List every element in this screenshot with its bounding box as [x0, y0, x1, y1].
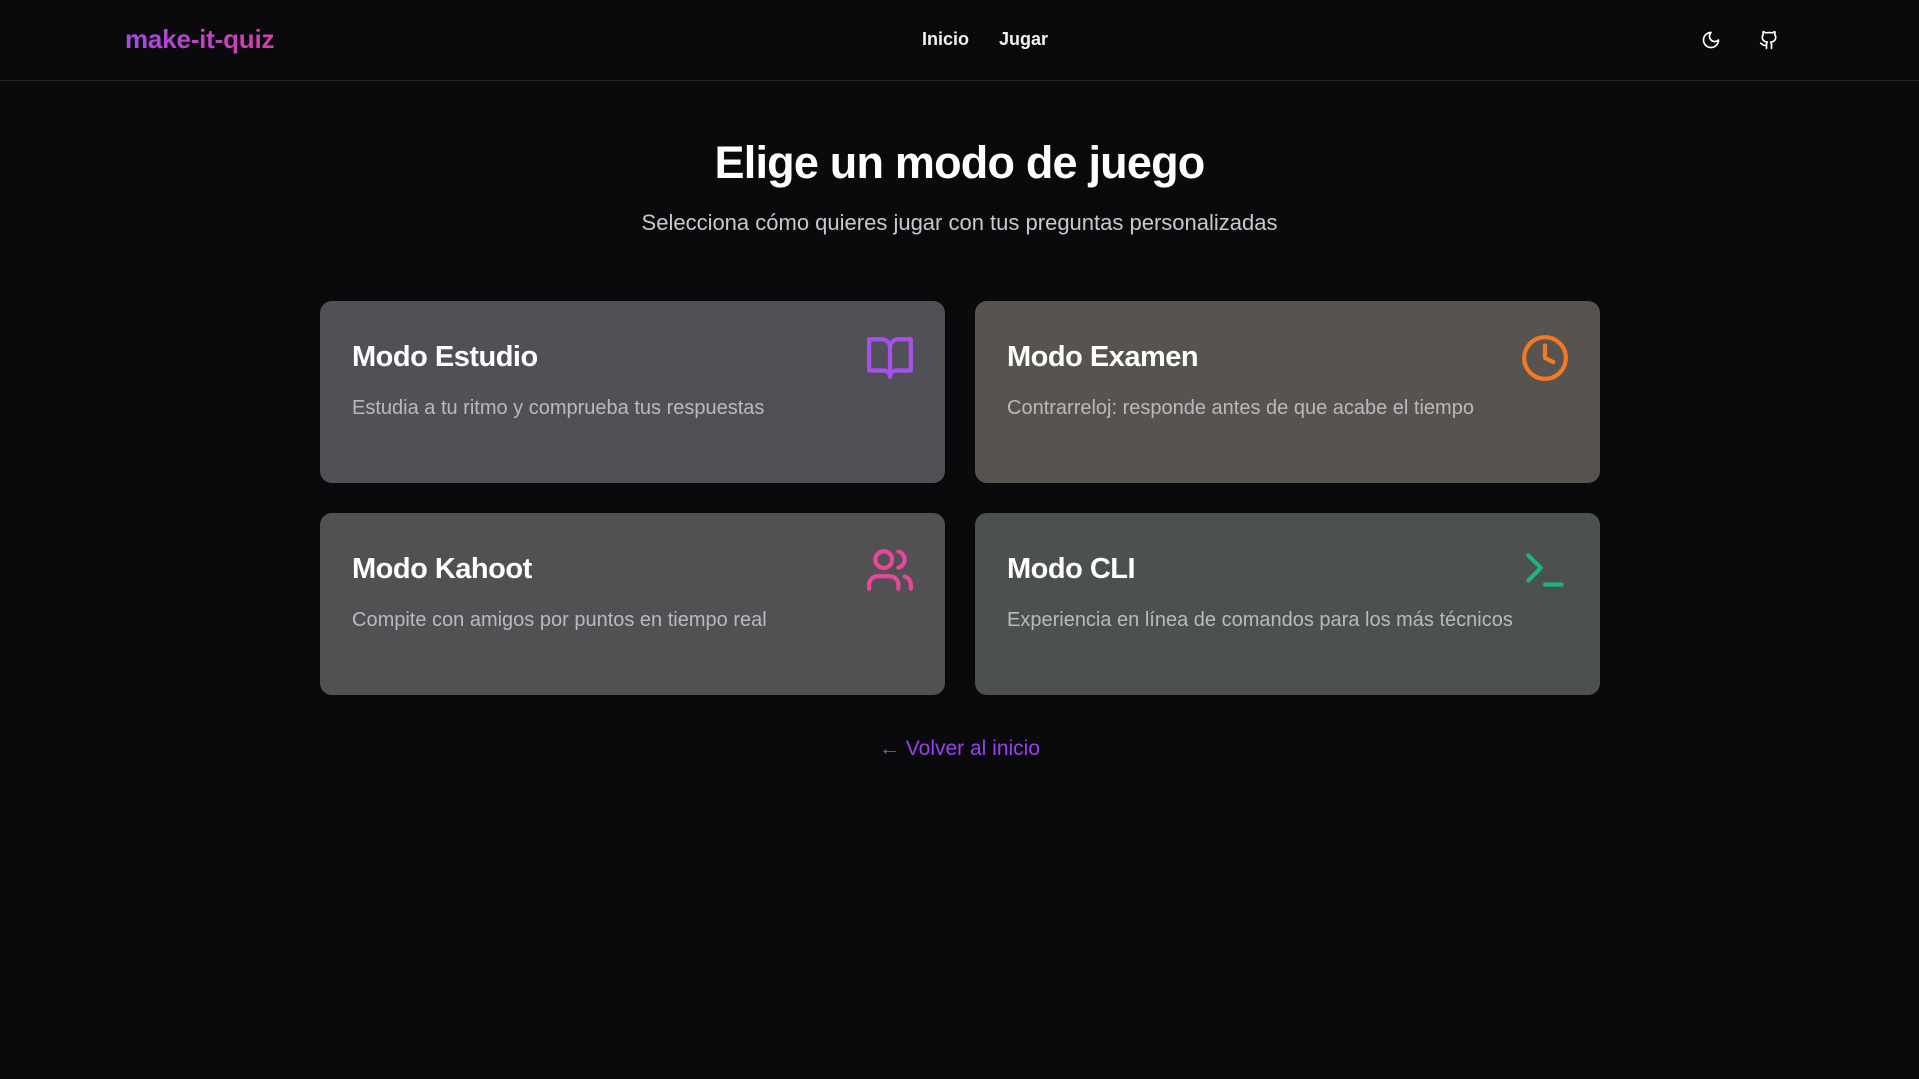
- nav-jugar-link[interactable]: Jugar: [999, 29, 1048, 50]
- mode-card-description: Experiencia en línea de comandos para lo…: [1007, 609, 1513, 631]
- moon-icon: [1702, 31, 1720, 49]
- mode-card-title: Modo Examen: [1007, 341, 1199, 373]
- main-nav: Inicio Jugar: [922, 29, 1048, 50]
- github-icon: [1759, 30, 1777, 50]
- mode-card-estudio[interactable]: Modo Estudio Estudia a tu ritmo y compru…: [320, 301, 945, 483]
- nav-inicio-link[interactable]: Inicio: [922, 29, 969, 50]
- page-title: Elige un modo de juego: [714, 137, 1206, 188]
- back-to-home-link[interactable]: ← Volver al inicio: [879, 737, 1040, 760]
- mode-card-description: Estudia a tu ritmo y comprueba tus respu…: [352, 397, 765, 419]
- top-navbar: make-it-quiz Inicio Jugar: [0, 0, 1919, 81]
- page-subtitle: Selecciona cómo quieres jugar con tus pr…: [641, 210, 1278, 235]
- mode-card-examen[interactable]: Modo Examen Contrarreloj: responde antes…: [975, 301, 1600, 483]
- mode-card-title: Modo Estudio: [352, 341, 538, 373]
- theme-toggle-button[interactable]: [1695, 24, 1727, 56]
- clock-icon: [1520, 333, 1570, 383]
- mode-card-description: Compite con amigos por puntos en tiempo …: [352, 609, 767, 631]
- mode-card-title: Modo Kahoot: [352, 553, 532, 585]
- mode-card-kahoot[interactable]: Modo Kahoot Compite con amigos por punto…: [320, 513, 945, 695]
- users-icon: [865, 545, 915, 595]
- mode-card-description: Contrarreloj: responde antes de que acab…: [1007, 397, 1474, 419]
- brand-logo[interactable]: make-it-quiz: [125, 24, 274, 55]
- mode-card-title: Modo CLI: [1007, 553, 1136, 585]
- back-link-container: ← Volver al inicio: [0, 737, 1919, 761]
- book-open-icon: [865, 333, 915, 383]
- github-link-button[interactable]: [1753, 24, 1785, 56]
- terminal-icon: [1520, 545, 1570, 595]
- mode-card-cli[interactable]: Modo CLI Experiencia en línea de comando…: [975, 513, 1600, 695]
